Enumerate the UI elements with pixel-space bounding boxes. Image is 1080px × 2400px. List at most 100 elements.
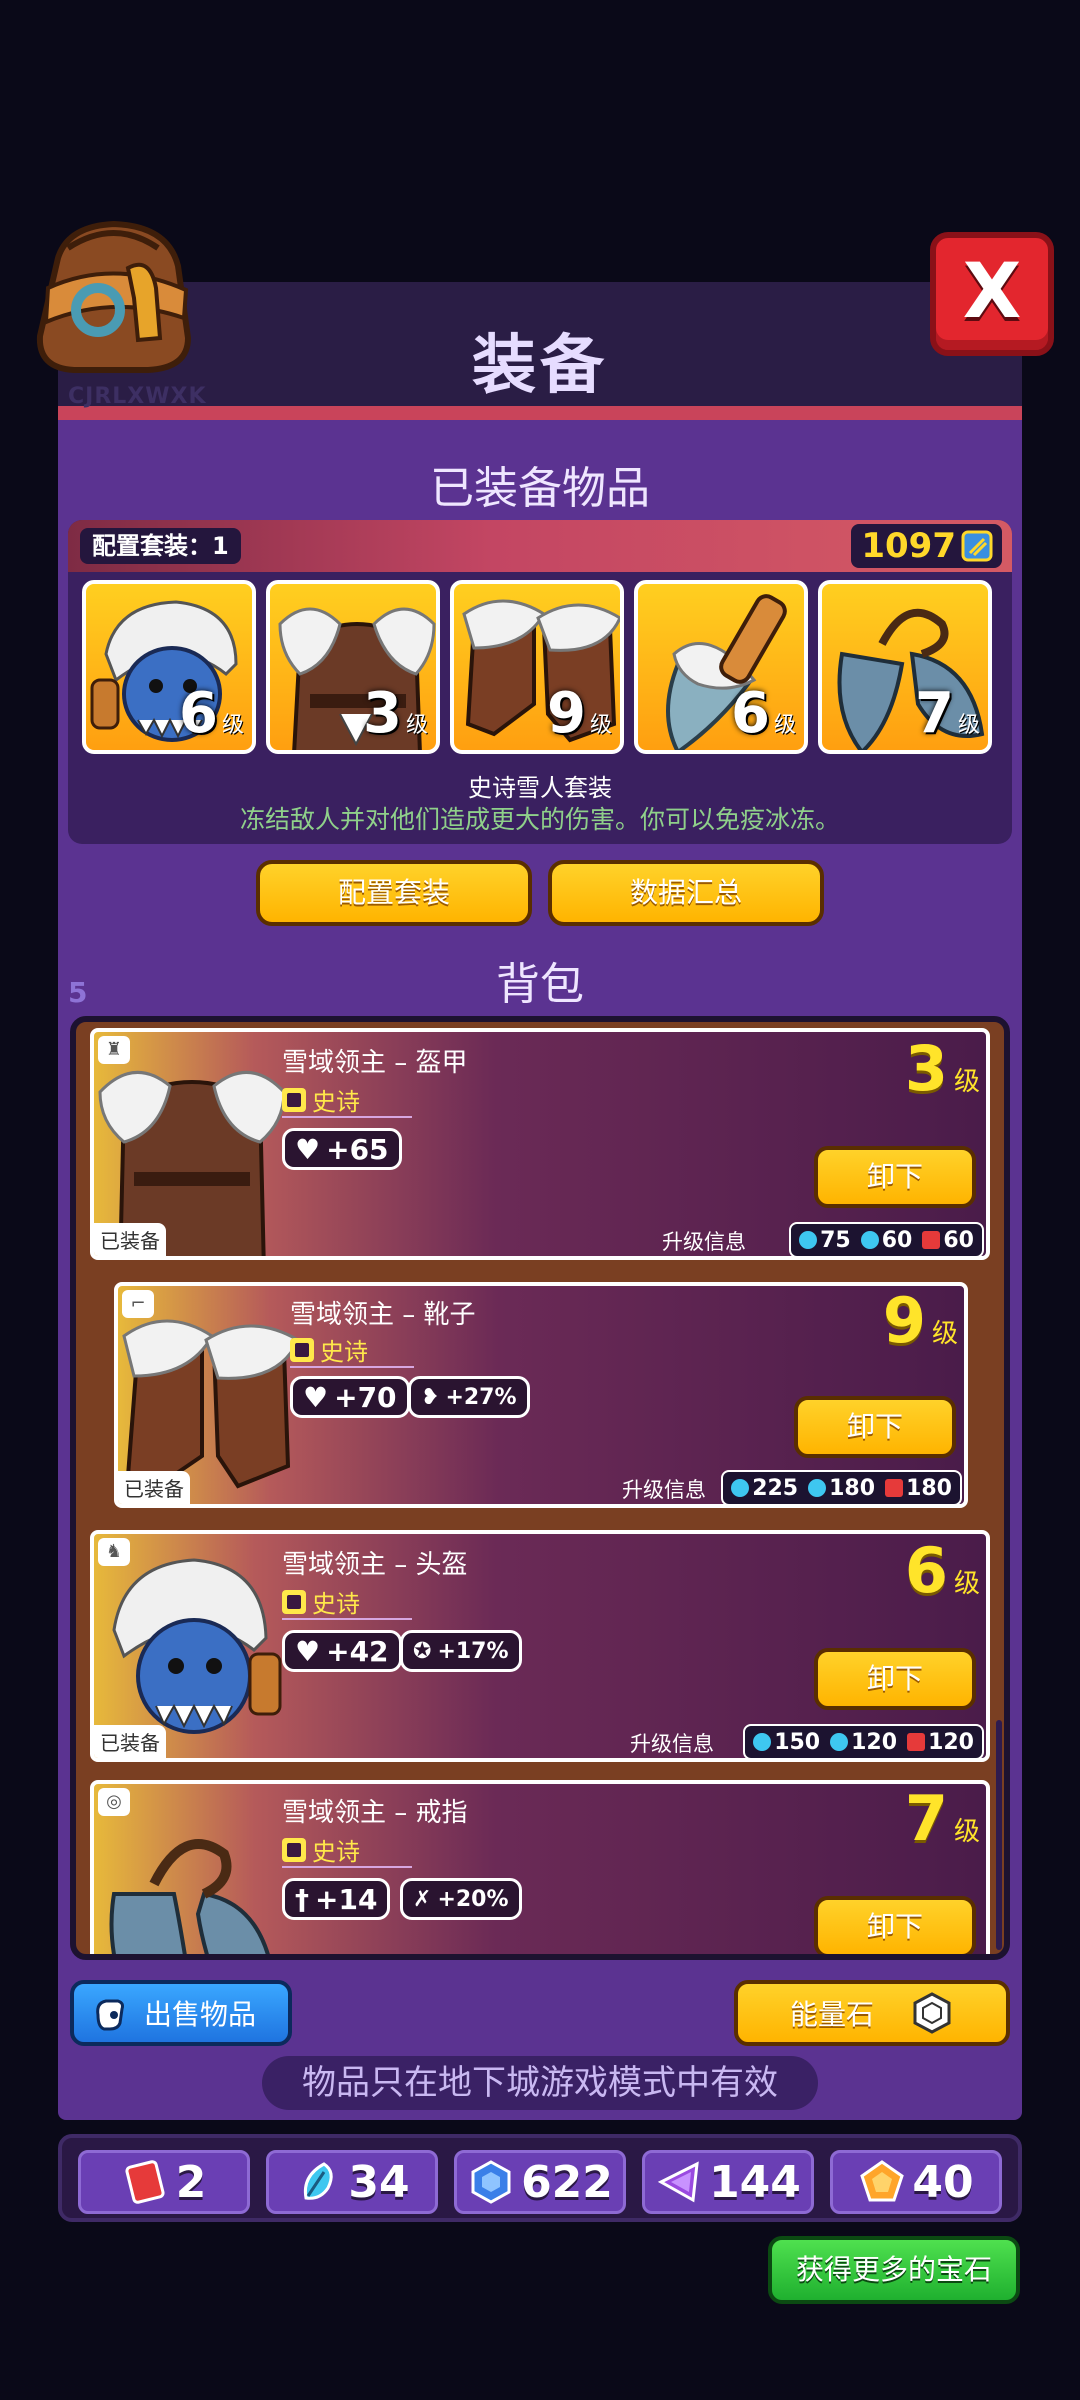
currency-blue-gems[interactable]: 622: [454, 2150, 626, 2214]
speed-icon: ❥: [421, 1384, 440, 1410]
unequip-button[interactable]: 卸下: [814, 1146, 976, 1208]
slot-ring[interactable]: 7级: [818, 580, 992, 754]
currency-bar: 2 34 622 144 40: [58, 2134, 1022, 2222]
blue-hex-gem-icon: [731, 1478, 750, 1497]
currency-red-cards[interactable]: 2: [78, 2150, 250, 2214]
ring-category-icon: ◎: [98, 1788, 130, 1816]
blue-hex-gem-icon: [471, 2160, 511, 2204]
item-level: 7级: [904, 1782, 980, 1855]
slot-level: 6级: [179, 681, 244, 746]
blue-feather-icon: [304, 2162, 334, 2200]
slot-level: 3级: [363, 681, 428, 746]
slot-boots[interactable]: 9级: [450, 580, 624, 754]
close-icon: X: [962, 246, 1022, 335]
equipped-section-title: 已装备物品: [430, 463, 650, 514]
set-description: 冻结敌人并对他们造成更大的伤害。你可以免疫冰冻。: [239, 805, 840, 834]
currency-orange-stones[interactable]: 40: [830, 2150, 1002, 2214]
upgrade-costs: 225 180 180: [721, 1470, 962, 1504]
summary-button[interactable]: 数据汇总: [548, 860, 824, 926]
item-name: 雪域领主 – 靴子: [290, 1300, 476, 1330]
rarity-label: 史诗: [282, 1082, 360, 1117]
sell-label: 出售物品: [144, 1998, 257, 2031]
currency-blue-feathers[interactable]: 34: [266, 2150, 438, 2214]
orange-pentagon-icon: [860, 2160, 905, 2202]
upgrade-costs: 75 60 60: [789, 1222, 984, 1256]
energy-label: 能量石: [789, 1998, 874, 2031]
sword-icon: †: [295, 1882, 309, 1916]
item-name: 雪域领主 – 盔甲: [282, 1048, 468, 1078]
power-score: 1097: [851, 524, 1002, 568]
heart-icon: ♥: [295, 1634, 321, 1668]
rarity-label: 史诗: [290, 1332, 368, 1367]
blue-hex-gem-icon: [753, 1732, 772, 1751]
hand-icon: [96, 1999, 124, 2031]
stat-attack: † +14: [282, 1878, 391, 1920]
unequip-button[interactable]: 卸下: [794, 1396, 956, 1458]
stat-hp: ♥ +70: [290, 1376, 410, 1418]
armor-category-icon: ♜: [98, 1036, 130, 1064]
blue-feather-icon: [808, 1478, 827, 1497]
equipped-bar: 配置套装：1 1097: [68, 520, 1012, 572]
backpack-icon[interactable]: [28, 218, 200, 378]
energy-stone-button[interactable]: 能量石: [734, 1980, 1010, 2046]
slot-armor[interactable]: 3级: [266, 580, 440, 754]
pentagram-icon: ✪: [413, 1638, 432, 1664]
item-level: 6级: [904, 1534, 980, 1607]
sell-items-button[interactable]: 出售物品: [70, 1980, 292, 2046]
red-card-icon: [922, 1230, 941, 1249]
stat-speed: ❥ +27%: [408, 1376, 530, 1418]
bag-item-ring[interactable]: ◎ 雪域领主 – 戒指 史诗 † +14 ✗ +20% 7级 卸下: [90, 1780, 990, 1954]
stat-hp: ♥ +42: [282, 1630, 402, 1672]
equipped-box: 配置套装：1 1097 6级 3级 9 级 6 级 7 级 史诗雪人套装 冻结敌…: [68, 520, 1012, 844]
bag-item-boots[interactable]: ⌐ 已装备 雪域领主 – 靴子 史诗 ♥ +70 ❥ +27% 9级 卸下 升级信息…: [114, 1282, 968, 1508]
divider: [282, 1116, 412, 1118]
item-name: 雪域领主 – 戒指: [282, 1798, 468, 1828]
bag-scrollbar[interactable]: [996, 1720, 1002, 1950]
close-button[interactable]: X: [930, 232, 1054, 356]
slot-helmet[interactable]: 6级: [82, 580, 256, 754]
stat-crit: ✗ +20%: [400, 1878, 522, 1920]
epic-icon: [282, 1589, 306, 1614]
get-more-gems-button[interactable]: 获得更多的宝石: [768, 2236, 1020, 2304]
blue-feather-icon: [860, 1230, 879, 1249]
unequip-button[interactable]: 卸下: [814, 1896, 976, 1954]
bag-count: 5: [68, 976, 88, 1009]
unequip-button[interactable]: 卸下: [814, 1648, 976, 1710]
divider: [290, 1366, 414, 1368]
player-code: CJRLXWXK: [68, 384, 207, 409]
bag-item-armor[interactable]: ♜ 已装备 雪域领主 – 盔甲 史诗 ♥ +65 3级 卸下 升级信息 75 60…: [90, 1028, 990, 1260]
purple-triangle-icon: [657, 2161, 699, 2203]
bag-item-helmet[interactable]: ♞ 已装备 雪域领主 – 头盔 史诗 ♥ +42 ✪ +17% 6级 卸下 升级信息…: [90, 1530, 990, 1762]
epic-icon: [282, 1837, 306, 1862]
red-card-icon: [125, 2160, 165, 2204]
equipped-tag: 已装备: [94, 1725, 166, 1758]
helmet-category-icon: ♞: [98, 1538, 130, 1566]
divider: [282, 1618, 412, 1620]
slot-weapon[interactable]: 6级: [634, 580, 808, 754]
rarity-label: 史诗: [282, 1832, 360, 1867]
item-name: 雪域领主 – 头盔: [282, 1550, 468, 1580]
red-card-icon: [907, 1732, 926, 1751]
item-level: 3级: [904, 1032, 980, 1105]
preset-button[interactable]: 配置套装: [256, 860, 532, 926]
upgrade-costs: 150 120 120: [743, 1724, 984, 1758]
equipped-tag: 已装备: [94, 1223, 166, 1256]
preset-label: 配置套装：1: [80, 528, 241, 564]
divider: [282, 1866, 412, 1868]
equipped-slots: 6级 3级 9级 6 级 7 级: [82, 580, 992, 754]
bag-list[interactable]: ♜ 已装备 雪域领主 – 盔甲 史诗 ♥ +65 3级 卸下 升级信息 75 60…: [70, 1016, 1010, 1960]
crit-icon: ✗: [413, 1886, 432, 1912]
heart-icon: ♥: [295, 1132, 321, 1166]
set-name: 史诗雪人套装: [468, 774, 612, 802]
item-level: 9级: [882, 1284, 958, 1357]
blue-feather-icon: [830, 1732, 849, 1751]
rarity-label: 史诗: [282, 1584, 360, 1619]
boots-category-icon: ⌐: [122, 1290, 154, 1318]
stat-magic: ✪ +17%: [400, 1630, 522, 1672]
epic-icon: [290, 1337, 314, 1362]
heart-icon: ♥: [303, 1380, 329, 1414]
currency-purple-crystals[interactable]: 144: [642, 2150, 814, 2214]
power-value: 1097: [861, 526, 956, 566]
hexagon-gem-icon: [913, 1992, 951, 2034]
slot-level: 9级: [547, 681, 612, 746]
